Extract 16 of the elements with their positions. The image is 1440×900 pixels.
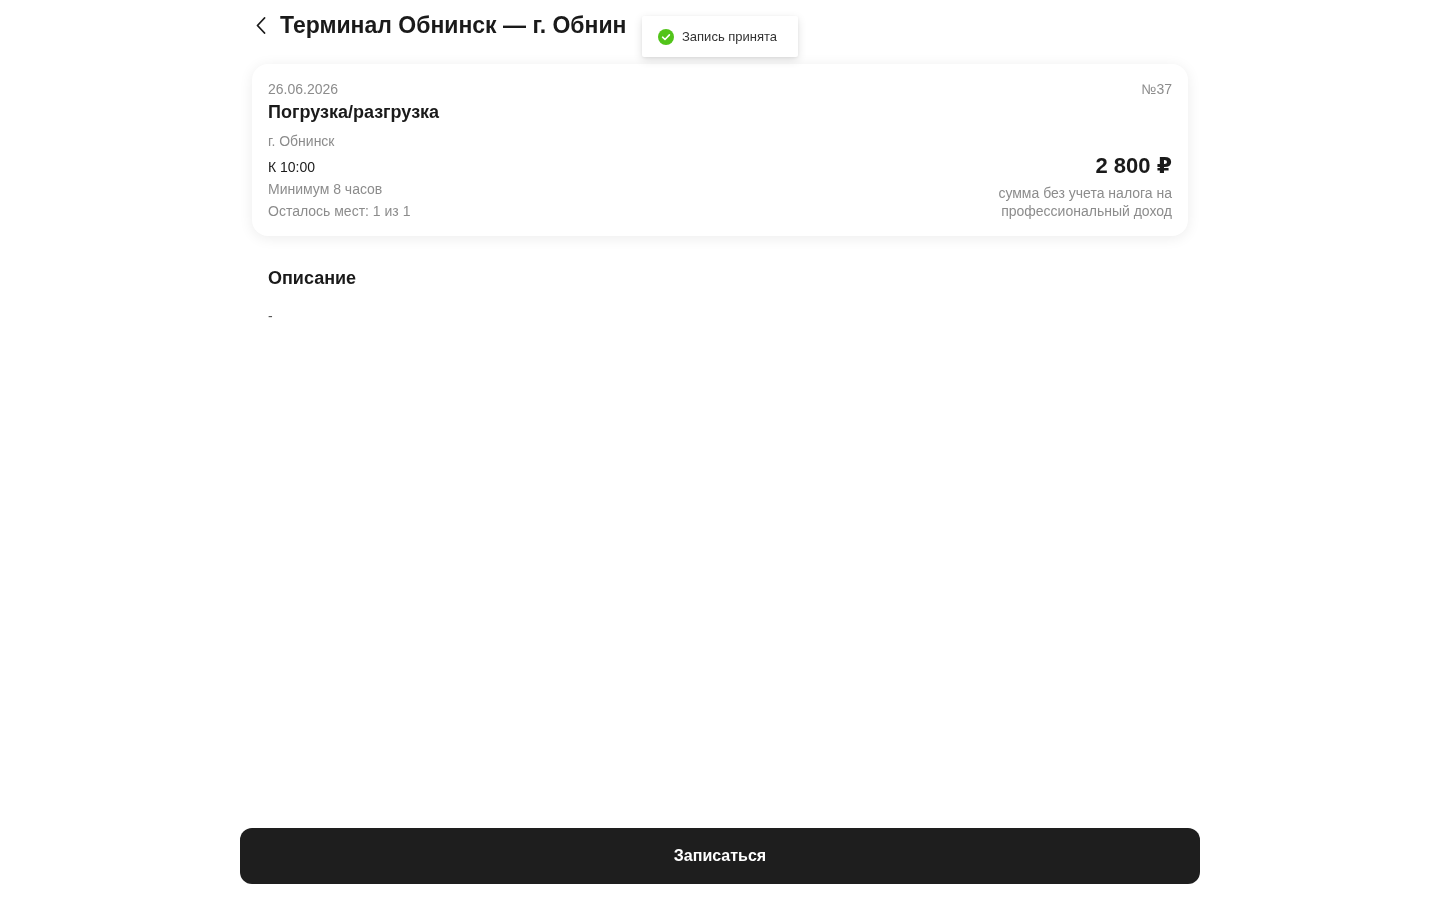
price-note: сумма без учета налога на профессиональный доход [997,184,1172,220]
page-title: Терминал Обнинск — г. Обнин [280,11,627,39]
toast-message: Запись принята [682,29,778,44]
description-heading: Описание [268,267,357,290]
shift-number: №37 [1141,80,1172,98]
sign-up-button[interactable]: Записаться [240,828,1200,884]
shift-date: 26.06.2026 [268,80,340,98]
description-text: - [268,307,273,325]
shift-title: Погрузка/разгрузка [268,101,440,124]
shift-time: К 10:00 [268,158,317,176]
shift-city: г. Обнинск [268,132,336,150]
shift-price: 2 800 ₽ [1095,152,1172,180]
chevron-left-icon [256,16,266,34]
check-circle-icon [658,28,674,45]
shift-duration: Минимум 8 часов [268,180,384,198]
remaining-spots: Осталось мест: 1 из 1 [268,202,412,220]
